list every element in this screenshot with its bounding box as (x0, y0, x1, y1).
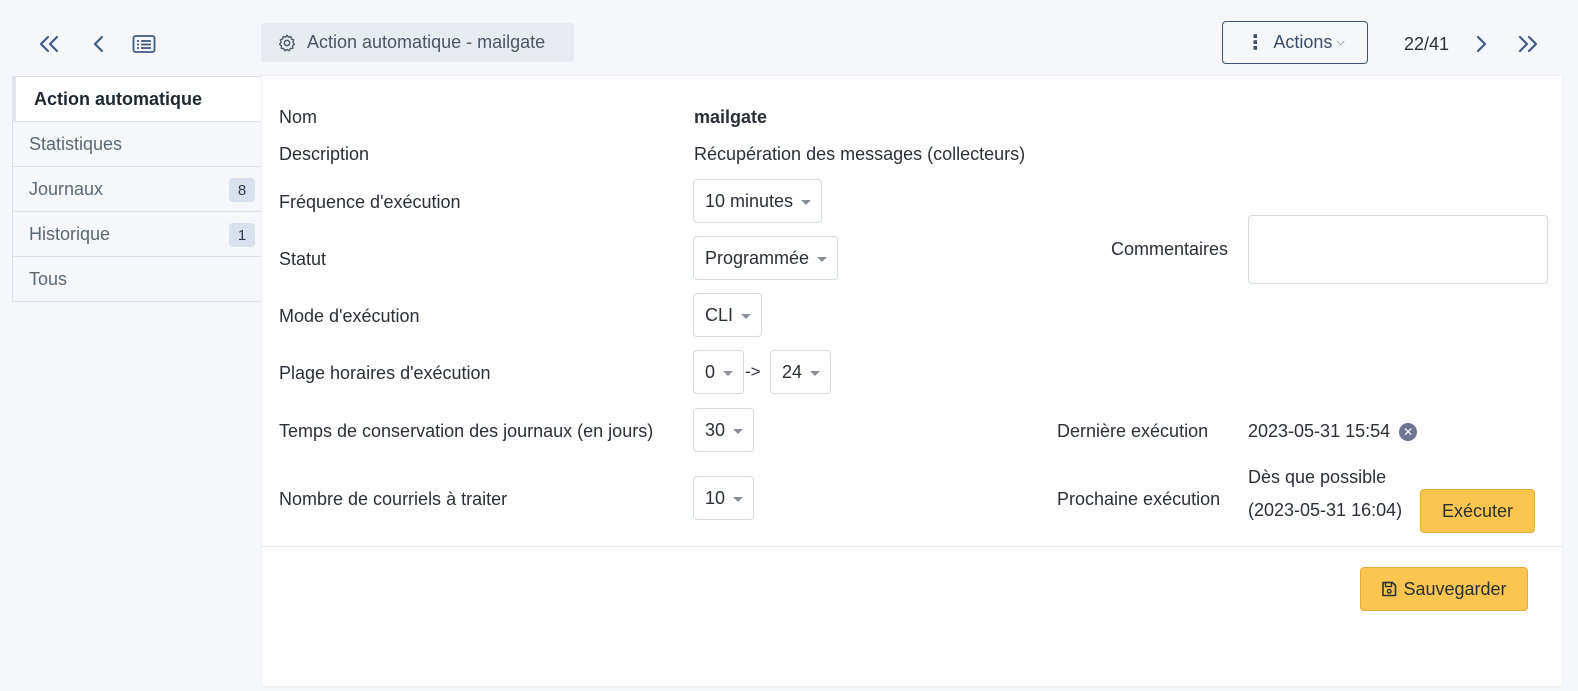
retention-label: Temps de conservation des journaux (en j… (279, 421, 654, 441)
last-run-label: Dernière exécution (1057, 421, 1209, 441)
page-title-text: Action automatique - mailgate (307, 32, 546, 52)
caret-down-icon (733, 496, 744, 502)
first-item-icon[interactable] (36, 31, 62, 57)
actions-label: Actions (1273, 32, 1333, 52)
range-separator: -> (745, 362, 761, 381)
list-view-icon[interactable] (131, 31, 157, 57)
sidebar-item-label: Action automatique (34, 88, 203, 109)
sidebar-item-tous[interactable]: Tous (12, 257, 262, 302)
top-toolbar: Action automatique - mailgate ⋮ Actions … (0, 0, 1578, 76)
caret-down-icon (723, 370, 734, 376)
kebab-menu-icon: ⋮ (1245, 31, 1266, 54)
count-badge: 1 (229, 223, 255, 247)
frequency-label: Fréquence d'exécution (279, 192, 461, 212)
sidebar-item-label: Journaux (29, 178, 104, 199)
retention-select[interactable]: 30 (693, 408, 755, 452)
sidebar-item-label: Tous (29, 268, 68, 289)
mode-select-value: CLI (705, 304, 734, 325)
name-label: Nom (279, 107, 318, 127)
execute-button[interactable]: Exécuter (1420, 489, 1535, 533)
sidebar: Action automatique Statistiques Journaux… (12, 76, 262, 302)
retention-select-value: 30 (705, 419, 726, 440)
caret-down-icon (741, 313, 752, 319)
range-end-select[interactable]: 24 (770, 350, 832, 394)
gear-icon (278, 33, 296, 51)
comments-textarea[interactable] (1248, 215, 1548, 284)
mode-label: Mode d'exécution (279, 306, 420, 326)
emails-select[interactable]: 10 (693, 476, 755, 520)
comments-label: Commentaires (1111, 239, 1229, 259)
status-select[interactable]: Programmée (693, 236, 839, 280)
sidebar-item-statistiques[interactable]: Statistiques (12, 122, 262, 167)
frequency-select[interactable]: 10 minutes (693, 179, 823, 223)
description-value: Récupération des messages (collecteurs) (694, 144, 1026, 164)
actions-dropdown-button[interactable]: ⋮ Actions ⌵ (1222, 21, 1368, 64)
next-run-label: Prochaine exécution (1057, 489, 1221, 509)
caret-down-icon (733, 428, 744, 434)
next-run-line-1: Dès que possible (1248, 467, 1387, 487)
save-icon (1382, 581, 1397, 597)
sidebar-item-historique[interactable]: Historique 1 (12, 212, 262, 257)
caret-down-icon (810, 370, 821, 376)
frequency-select-value: 10 minutes (705, 190, 794, 211)
sidebar-item-label: Historique (29, 223, 111, 244)
clear-icon[interactable]: ✕ (1399, 423, 1418, 442)
emails-label: Nombre de courriels à traiter (279, 489, 508, 509)
range-start-select[interactable]: 0 (693, 350, 745, 394)
mode-select[interactable]: CLI (693, 293, 763, 337)
sidebar-item-action-automatique[interactable]: Action automatique (12, 76, 262, 122)
save-button[interactable]: Sauvegarder (1360, 567, 1528, 611)
save-button-label: Sauvegarder (1403, 578, 1507, 599)
next-item-icon[interactable] (1468, 31, 1494, 57)
last-run-value-group: 2023-05-31 15:54 ✕ (1248, 421, 1418, 442)
last-item-icon[interactable] (1515, 31, 1541, 57)
caret-down-icon (817, 256, 828, 262)
name-value: mailgate (694, 107, 768, 127)
pager-counter: 22/41 (1404, 34, 1450, 54)
main-form-panel: Nom mailgate Description Récupération de… (262, 76, 1562, 686)
chevron-down-icon: ⌵ (1336, 36, 1345, 48)
next-run-line-2: (2023-05-31 16:04) (1248, 500, 1403, 520)
last-run-value: 2023-05-31 15:54 (1248, 421, 1391, 441)
status-label: Statut (279, 249, 327, 269)
previous-item-icon[interactable] (86, 31, 112, 57)
description-label: Description (279, 144, 370, 164)
page-title: Action automatique - mailgate (261, 23, 574, 62)
range-label: Plage horaires d'exécution (279, 363, 491, 383)
count-badge: 8 (229, 178, 255, 202)
range-end-value: 24 (782, 361, 803, 382)
status-select-value: Programmée (705, 247, 810, 268)
sidebar-item-journaux[interactable]: Journaux 8 (12, 167, 262, 212)
emails-select-value: 10 (705, 487, 726, 508)
divider (262, 546, 1562, 547)
caret-down-icon (801, 199, 812, 205)
sidebar-item-label: Statistiques (29, 133, 123, 154)
range-start-value: 0 (705, 361, 716, 382)
